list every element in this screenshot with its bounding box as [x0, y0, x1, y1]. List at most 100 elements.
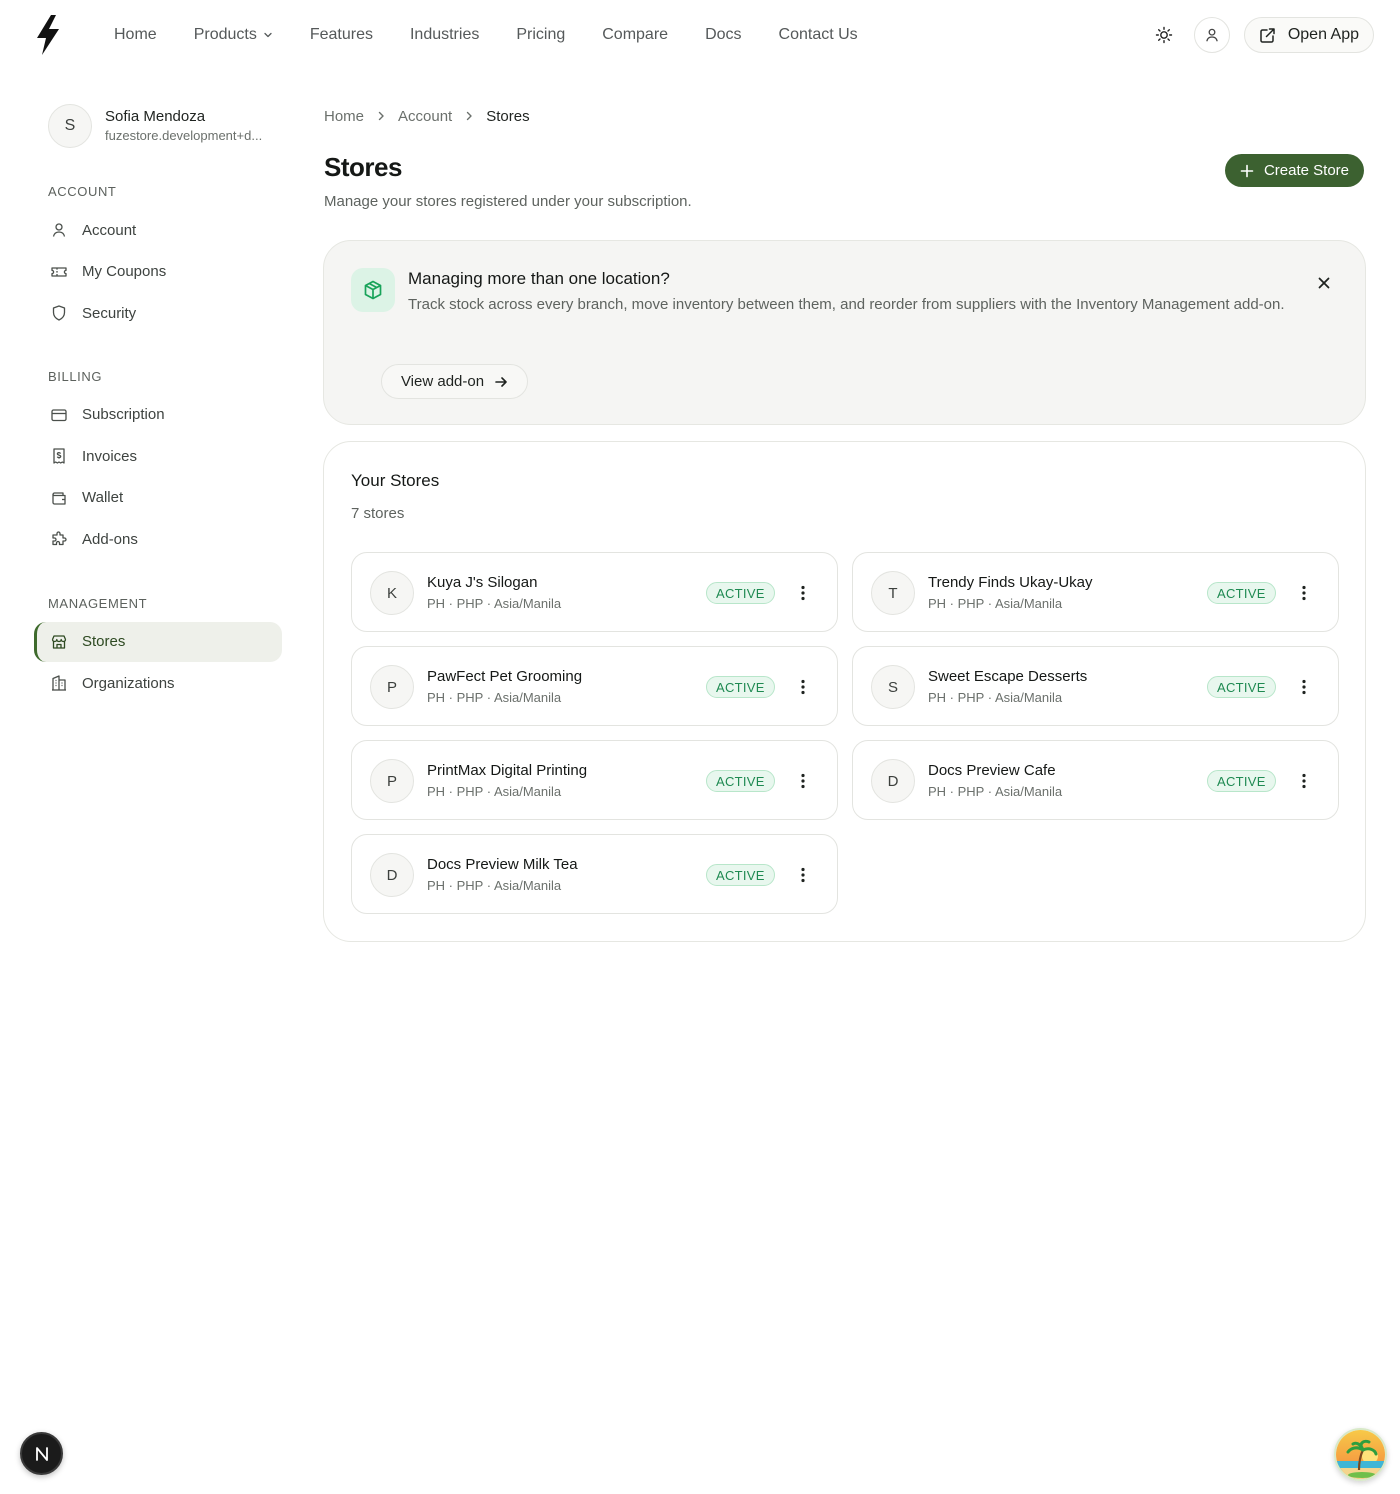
store-avatar: P: [370, 665, 414, 709]
sidebar-item-add-ons[interactable]: Add-ons: [34, 519, 282, 559]
status-badge: ACTIVE: [706, 770, 775, 792]
user-icon: [1204, 27, 1220, 43]
account-sidebar: S Sofia Mendoza fuzestore.development+d.…: [34, 100, 282, 705]
close-icon[interactable]: [1312, 271, 1336, 295]
section-management: MANAGEMENT: [48, 595, 148, 611]
wallet-icon: [50, 489, 82, 507]
store-avatar: P: [370, 759, 414, 803]
view-addon-button[interactable]: View add-on: [381, 364, 528, 399]
nav-contact-us[interactable]: Contact Us: [779, 26, 858, 44]
breadcrumb-home[interactable]: Home: [324, 108, 364, 125]
store-card[interactable]: S Sweet Escape Desserts PH · PHP · Asia/…: [852, 646, 1339, 726]
user-icon: [50, 221, 82, 239]
status-badge: ACTIVE: [1207, 582, 1276, 604]
section-account: ACCOUNT: [48, 184, 117, 199]
nav-links: Home Products Features Industries Pricin…: [114, 0, 895, 70]
store-name: Sweet Escape Desserts: [928, 668, 1088, 685]
nav-features[interactable]: Features: [310, 26, 373, 44]
sidebar-item-organizations[interactable]: Organizations: [34, 663, 282, 703]
store-avatar: T: [871, 571, 915, 615]
sidebar-item-label: Wallet: [82, 489, 124, 506]
nav-products[interactable]: Products: [194, 26, 273, 44]
breadcrumb-account[interactable]: Account: [398, 108, 452, 125]
store-icon: [50, 633, 82, 651]
user-menu-button[interactable]: [1193, 17, 1230, 53]
more-vertical-icon[interactable]: [791, 863, 815, 887]
sidebar-item-security[interactable]: Security: [34, 293, 282, 333]
sidebar-item-my-coupons[interactable]: My Coupons: [34, 252, 282, 292]
bolt-logo[interactable]: [34, 14, 62, 56]
status-badge: ACTIVE: [1207, 676, 1276, 698]
more-vertical-icon[interactable]: [1292, 769, 1316, 793]
nav-pricing[interactable]: Pricing: [516, 26, 565, 44]
nav-compare[interactable]: Compare: [602, 26, 668, 44]
store-meta: PH · PHP · Asia/Manila: [427, 878, 562, 893]
top-navigation: Home Products Features Industries Pricin…: [0, 0, 1400, 70]
store-meta: PH · PHP · Asia/Manila: [427, 690, 562, 705]
sidebar-item-account[interactable]: Account: [34, 210, 282, 250]
sidebar-item-wallet[interactable]: Wallet: [34, 478, 282, 518]
plus-icon: [1240, 164, 1264, 178]
credit-card-icon: [50, 406, 82, 424]
store-avatar: D: [871, 759, 915, 803]
sidebar-item-label: Subscription: [82, 406, 165, 423]
puzzle-icon: [50, 530, 82, 548]
store-meta: PH · PHP · Asia/Manila: [928, 596, 1063, 611]
store-meta: PH · PHP · Asia/Manila: [427, 784, 562, 799]
create-store-label: Create Store: [1263, 162, 1350, 179]
sidebar-item-stores[interactable]: Stores: [34, 621, 282, 662]
sidebar-item-label: Add-ons: [82, 530, 138, 548]
nav-home[interactable]: Home: [114, 26, 157, 44]
sidebar-item-label: Stores: [82, 633, 126, 650]
sidebar-item-label: Account: [82, 221, 137, 239]
status-badge: ACTIVE: [706, 676, 775, 698]
chevron-down-icon: [263, 30, 273, 40]
store-name: Trendy Finds Ukay-Ukay: [928, 574, 1093, 591]
status-badge: ACTIVE: [1207, 770, 1276, 792]
more-vertical-icon[interactable]: [791, 769, 815, 793]
chevron-right-icon: [464, 110, 474, 122]
sidebar-item-label: Invoices: [82, 447, 138, 465]
store-card[interactable]: D Docs Preview Milk Tea PH · PHP · Asia/…: [351, 834, 838, 914]
open-app-button[interactable]: Open App: [1243, 17, 1374, 53]
view-addon-label: View add-on: [400, 373, 485, 390]
store-name: Docs Preview Milk Tea: [427, 856, 578, 873]
theme-toggle-button[interactable]: [1146, 17, 1182, 53]
status-badge: ACTIVE: [706, 864, 775, 886]
palm-beach-icon: [1336, 1430, 1385, 1479]
nav-industries[interactable]: Industries: [410, 26, 479, 44]
store-card[interactable]: K Kuya J's Silogan PH · PHP · Asia/Manil…: [351, 552, 838, 632]
more-vertical-icon[interactable]: [1292, 581, 1316, 605]
status-badge: ACTIVE: [706, 582, 775, 604]
nav-docs[interactable]: Docs: [705, 26, 741, 44]
receipt-icon: [50, 447, 82, 465]
promo-title: Managing more than one location?: [408, 269, 670, 288]
sidebar-item-subscription[interactable]: Subscription: [34, 395, 282, 435]
dev-tools-button[interactable]: [20, 1432, 63, 1475]
store-card[interactable]: D Docs Preview Cafe PH · PHP · Asia/Mani…: [852, 740, 1339, 820]
stores-count: 7 stores: [351, 505, 405, 522]
promo-text: Track stock across every branch, move in…: [408, 296, 1285, 313]
store-card[interactable]: P PawFect Pet Grooming PH · PHP · Asia/M…: [351, 646, 838, 726]
arrow-right-icon: [484, 375, 508, 389]
page-subtitle: Manage your stores registered under your…: [324, 193, 692, 210]
your-stores-card: Your Stores 7 stores K Kuya J's Silogan …: [323, 441, 1366, 942]
store-card[interactable]: T Trendy Finds Ukay-Ukay PH · PHP · Asia…: [852, 552, 1339, 632]
store-name: PawFect Pet Grooming: [427, 668, 583, 685]
create-store-button[interactable]: Create Store: [1225, 154, 1364, 187]
more-vertical-icon[interactable]: [791, 581, 815, 605]
assistant-avatar-button[interactable]: [1334, 1428, 1387, 1481]
page-title: Stores: [324, 152, 402, 182]
building-icon: [50, 674, 82, 692]
sidebar-item-invoices[interactable]: Invoices: [34, 436, 282, 476]
stores-section-title: Your Stores: [351, 471, 440, 490]
external-link-icon: [1259, 27, 1288, 44]
breadcrumb-current: Stores: [486, 107, 530, 125]
store-list: K Kuya J's Silogan PH · PHP · Asia/Manil…: [351, 552, 1340, 914]
more-vertical-icon[interactable]: [1292, 675, 1316, 699]
more-vertical-icon[interactable]: [791, 675, 815, 699]
store-card[interactable]: P PrintMax Digital Printing PH · PHP · A…: [351, 740, 838, 820]
store-name: Docs Preview Cafe: [928, 762, 1056, 779]
nav-actions: Open App: [1146, 17, 1374, 53]
store-meta: PH · PHP · Asia/Manila: [928, 784, 1063, 799]
